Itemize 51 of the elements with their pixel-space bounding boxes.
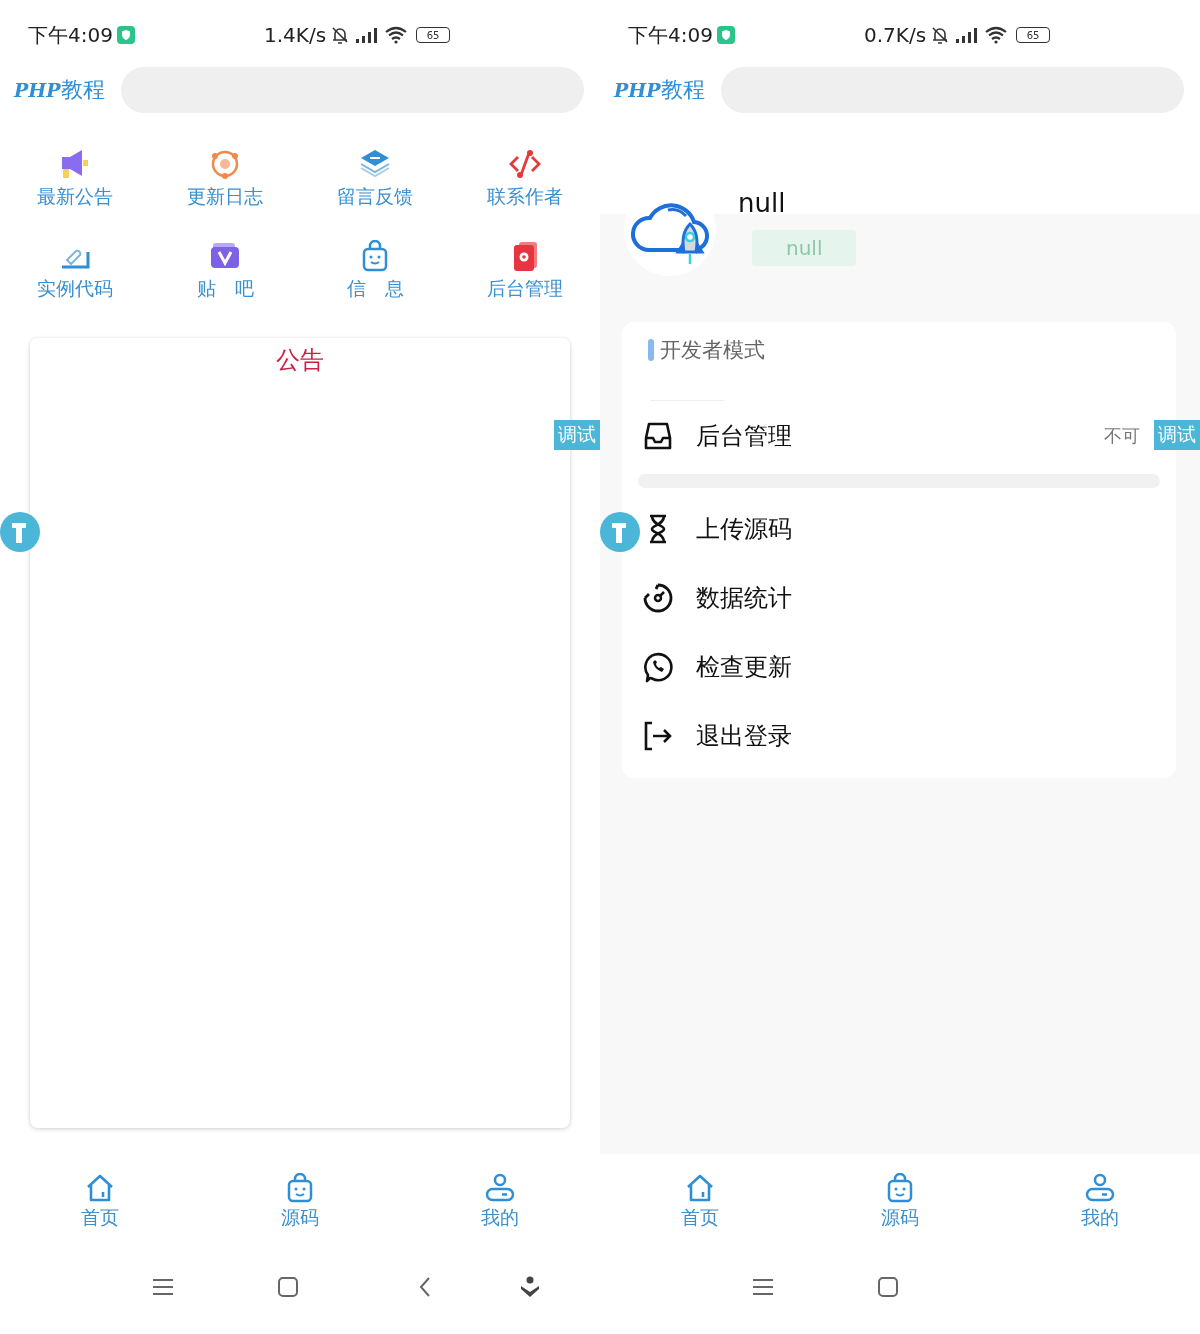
code-link-icon — [508, 148, 542, 180]
user-icon — [1084, 1173, 1116, 1203]
shortcut-item[interactable]: 贴 吧 — [150, 240, 300, 302]
shortcut-item[interactable]: 实例代码 — [0, 240, 150, 302]
gauge-icon — [642, 581, 674, 614]
tab-bar-item[interactable]: 首页 — [40, 1173, 160, 1231]
debug-tab[interactable]: 调试 — [554, 420, 600, 450]
shortcut-item[interactable]: 联系作者 — [450, 148, 600, 210]
home-square-icon[interactable] — [876, 1276, 899, 1298]
shortcut-item[interactable]: 最新公告 — [0, 148, 150, 210]
debug-tab[interactable]: 调试 — [1154, 420, 1200, 450]
user-icon — [484, 1173, 516, 1203]
menu-item[interactable]: 退出登录 — [638, 701, 1160, 770]
user-badge: null — [752, 230, 857, 266]
battery-icon: 65 — [416, 27, 451, 43]
accent-bar — [648, 339, 654, 361]
notice-title: 公告 — [276, 345, 324, 376]
menu-item[interactable]: 数据统计 — [638, 563, 1160, 632]
network-speed: 0.7K/s — [864, 23, 927, 47]
shortcut-item[interactable]: 信 息 — [300, 240, 450, 302]
shortcut-item[interactable]: 更新日志 — [150, 148, 300, 210]
battery-icon: 65 — [1016, 27, 1051, 43]
app-logo: PHP教程 — [614, 76, 705, 104]
wifi-icon — [384, 26, 409, 44]
menu-icon[interactable] — [150, 1277, 175, 1297]
shortcut-item[interactable]: 后台管理 — [450, 240, 600, 302]
layers-icon — [358, 148, 392, 180]
phone-chat-icon — [642, 650, 674, 683]
network-speed: 1.4K/s — [264, 23, 327, 47]
tab-bar-item[interactable]: 我的 — [440, 1173, 560, 1231]
menu-item[interactable]: 上传源码 — [638, 494, 1160, 563]
home-square-icon[interactable] — [276, 1276, 299, 1298]
tab-bar-item[interactable]: 首页 — [640, 1173, 760, 1231]
shield-icon — [116, 26, 135, 44]
download-icon[interactable] — [519, 1276, 541, 1298]
menu-icon[interactable] — [750, 1277, 775, 1297]
status-time: 下午4:09 — [628, 21, 713, 49]
section-title: 开发者模式 — [660, 337, 765, 364]
tab-bar-item[interactable]: 源码 — [840, 1173, 960, 1231]
logout-icon — [642, 719, 674, 752]
status-note: 不可 — [1104, 423, 1140, 448]
shield-icon — [716, 26, 735, 44]
menu-item[interactable]: 检查更新 — [638, 632, 1160, 701]
status-time: 下午4:09 — [28, 21, 113, 49]
shortcut-item[interactable]: 留言反馈 — [300, 148, 450, 210]
user-name: null — [738, 188, 786, 218]
tab-bar-item[interactable]: 源码 — [240, 1173, 360, 1231]
back-icon[interactable] — [418, 1276, 432, 1298]
wifi-icon — [984, 26, 1009, 44]
tab-bar-item[interactable]: 我的 — [1040, 1173, 1160, 1231]
app-logo: PHP教程 — [14, 76, 105, 104]
